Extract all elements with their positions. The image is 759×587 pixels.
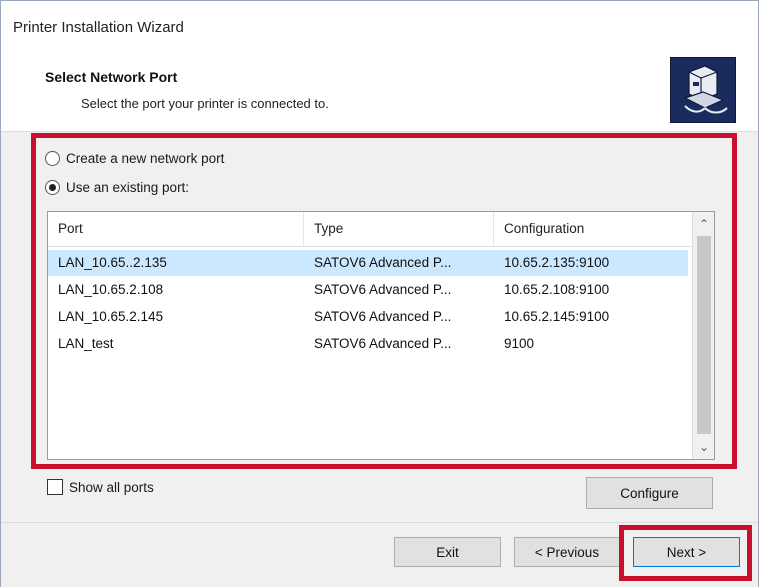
wizard-window: Printer Installation Wizard Select Netwo… bbox=[0, 0, 759, 587]
port-selection-highlight bbox=[31, 133, 737, 469]
wizard-header: Select Network Port Select the port your… bbox=[1, 43, 758, 132]
show-all-ports-checkbox[interactable] bbox=[47, 479, 63, 495]
window-title: Printer Installation Wizard bbox=[13, 19, 184, 36]
printer-network-icon bbox=[670, 57, 736, 123]
page-title: Select Network Port bbox=[45, 69, 178, 85]
configure-button[interactable]: Configure bbox=[586, 477, 713, 509]
show-all-ports-option[interactable]: Show all ports bbox=[47, 479, 154, 495]
previous-button[interactable]: < Previous bbox=[514, 537, 620, 567]
title-bar: Printer Installation Wizard bbox=[1, 1, 758, 43]
show-all-ports-label: Show all ports bbox=[69, 479, 154, 495]
exit-button[interactable]: Exit bbox=[394, 537, 501, 567]
next-button-highlight bbox=[619, 525, 752, 581]
page-subtitle: Select the port your printer is connecte… bbox=[81, 96, 329, 111]
